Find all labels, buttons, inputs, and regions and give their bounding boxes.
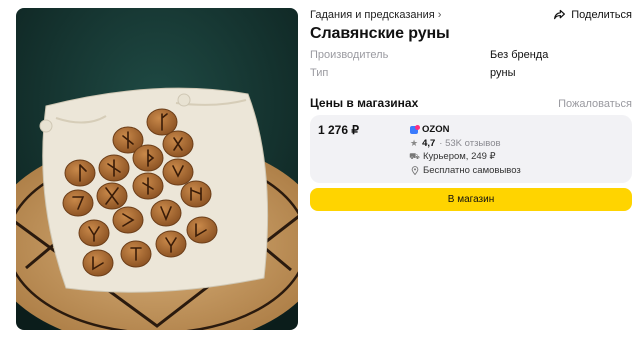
shop-name[interactable]: OZON	[410, 123, 521, 137]
go-to-shop-button[interactable]: В магазин	[310, 188, 632, 211]
rating-value: 4,7	[422, 137, 436, 149]
product-properties: Производитель Без бренда Тип руны	[310, 47, 632, 83]
product-info-panel: Гадания и предсказания › Поделиться Слав…	[310, 0, 632, 344]
ozon-logo-icon	[410, 124, 420, 134]
reviews-count-label[interactable]: 53K отзывов	[445, 138, 500, 149]
property-value: руны	[490, 67, 516, 79]
chevron-right-icon: ›	[437, 9, 442, 21]
property-value: Без бренда	[490, 49, 549, 61]
property-key: Производитель	[310, 49, 389, 61]
complain-link[interactable]: Пожаловаться	[558, 98, 632, 110]
truck-icon: ⛟	[409, 151, 420, 161]
pickup-label: Бесплатно самовывоз	[423, 164, 521, 176]
share-button[interactable]: Поделиться	[553, 8, 632, 21]
offer-details: OZON ★ 4,7 · 53K отзывов ⛟ Курьером, 249…	[409, 123, 521, 178]
breadcrumb[interactable]: Гадания и предсказания ›	[310, 9, 441, 21]
property-row-type: Тип руны	[310, 65, 632, 83]
product-image-gallery[interactable]	[16, 8, 298, 330]
product-photo[interactable]	[16, 8, 298, 330]
prices-header: Цены в магазинах Пожаловаться	[310, 96, 632, 110]
location-pin-icon	[410, 165, 419, 175]
share-icon	[554, 9, 566, 20]
offer-price: 1 276 ₽	[318, 123, 359, 137]
delivery-label: Курьером, 249 ₽	[423, 151, 496, 162]
star-icon: ★	[410, 137, 419, 148]
offer-card[interactable]: 1 276 ₽ OZON ★ 4,7 · 53K отзывов ⛟ Курье…	[310, 115, 632, 183]
property-key: Тип	[310, 67, 329, 79]
product-title: Славянские руны	[310, 25, 450, 42]
reviews-count[interactable]: · 53K отзывов	[439, 137, 500, 151]
shop-name-label[interactable]: OZON	[422, 123, 449, 137]
property-row-manufacturer: Производитель Без бренда	[310, 47, 632, 65]
breadcrumb-label[interactable]: Гадания и предсказания	[310, 9, 435, 21]
shop-rating: ★ 4,7 · 53K отзывов	[410, 137, 521, 151]
delivery-info: ⛟ Курьером, 249 ₽	[409, 150, 521, 164]
prices-title: Цены в магазинах	[310, 96, 419, 110]
share-label[interactable]: Поделиться	[571, 9, 632, 21]
pickup-info: Бесплатно самовывоз	[410, 164, 521, 178]
